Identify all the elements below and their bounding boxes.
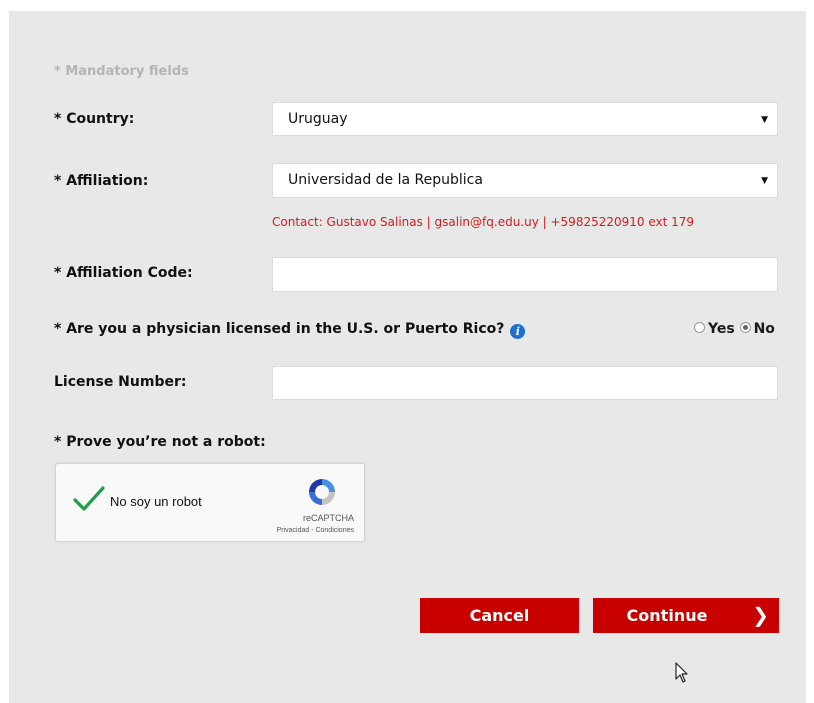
affiliation-select[interactable]: Universidad de la Republica ▼ xyxy=(272,163,778,198)
country-value: Uruguay xyxy=(288,111,348,127)
physician-radio-group: Yes No xyxy=(694,321,775,337)
radio-no-icon[interactable] xyxy=(739,322,751,333)
checkmark-icon[interactable] xyxy=(72,484,106,514)
radio-no[interactable]: No xyxy=(739,321,775,337)
robot-label: * Prove you’re not a robot: xyxy=(54,434,266,450)
affiliation-code-label: * Affiliation Code: xyxy=(54,265,193,281)
radio-no-label: No xyxy=(753,321,775,337)
recaptcha-label: No soy un robot xyxy=(110,494,202,509)
chevron-right-icon: ❯ xyxy=(752,603,769,627)
dropdown-arrow-icon: ▼ xyxy=(761,115,768,125)
continue-button[interactable]: Continue ❯ xyxy=(593,598,779,633)
info-icon[interactable]: i xyxy=(510,324,526,339)
radio-yes[interactable]: Yes xyxy=(694,321,735,337)
cancel-button[interactable]: Cancel xyxy=(420,598,579,633)
radio-yes-label: Yes xyxy=(708,321,735,337)
country-select[interactable]: Uruguay ▼ xyxy=(272,102,778,136)
dropdown-arrow-icon: ▼ xyxy=(761,176,768,186)
affiliation-code-input[interactable] xyxy=(272,257,778,292)
affiliation-value: Universidad de la Republica xyxy=(288,172,483,188)
mouse-cursor-icon xyxy=(675,662,688,683)
country-label: * Country: xyxy=(54,111,135,127)
continue-label: Continue xyxy=(626,606,708,625)
mandatory-note: * Mandatory fields xyxy=(54,64,189,79)
license-number-label: License Number: xyxy=(54,374,187,390)
affiliation-label: * Affiliation: xyxy=(54,173,149,189)
recaptcha-brand: reCAPTCHA xyxy=(302,513,354,523)
license-number-input[interactable] xyxy=(272,366,778,400)
recaptcha-widget[interactable]: No soy un robot reCAPTCHA Privacidad - C… xyxy=(55,463,365,542)
recaptcha-logo-icon xyxy=(309,479,335,505)
affiliation-contact: Contact: Gustavo Salinas | gsalin@fq.edu… xyxy=(272,215,695,229)
recaptcha-links[interactable]: Privacidad - Condiciones xyxy=(56,527,354,534)
radio-yes-icon[interactable] xyxy=(694,322,705,333)
physician-question: * Are you a physician licensed in the U.… xyxy=(54,321,526,339)
physician-question-label: * Are you a physician licensed in the U.… xyxy=(54,321,505,337)
